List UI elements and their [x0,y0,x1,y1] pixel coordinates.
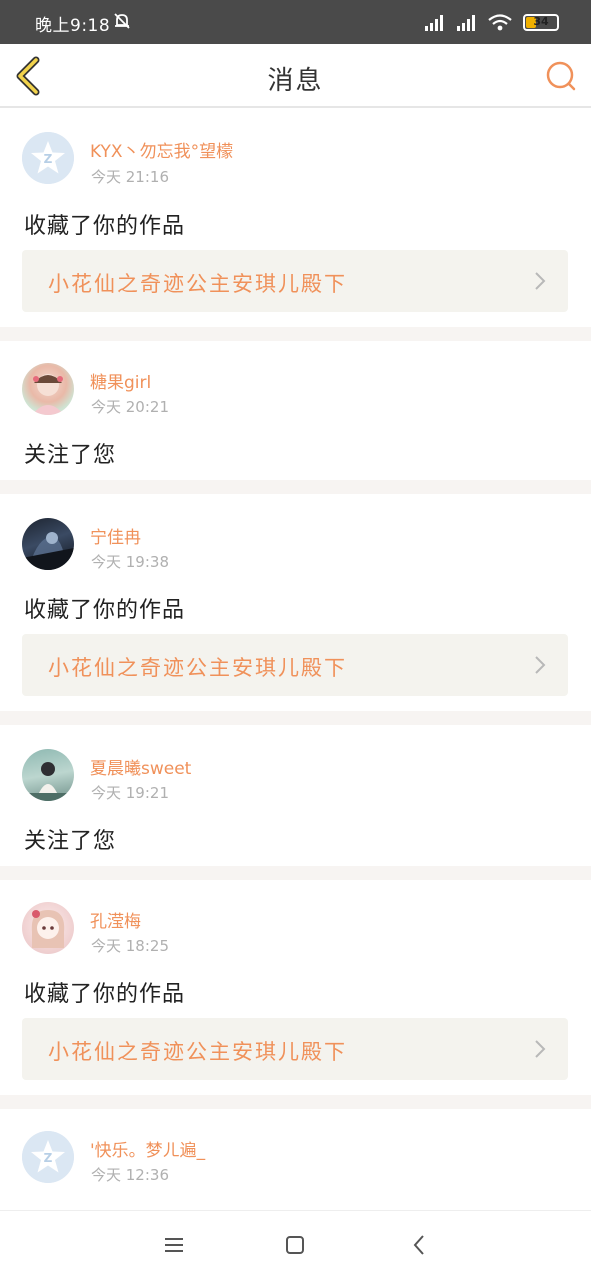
divider [0,711,591,725]
divider [0,1095,591,1109]
user-name[interactable]: 夏晨曦sweet [90,754,191,779]
bell-muted-icon [114,13,130,29]
chevron-right-icon [535,272,546,290]
nav-back-icon[interactable] [408,1233,432,1257]
message-time: 今天 21:16 [91,168,169,186]
work-title: 小花仙之奇迹公主安琪儿殿下 [48,1040,347,1064]
photo-avatar [22,532,74,570]
default-avatar-icon: Z [22,1131,74,1183]
svg-text:Z: Z [44,152,53,166]
divider [0,327,591,341]
avatar[interactable]: Z [22,132,74,184]
user-name[interactable]: '快乐。梦ㄦ遍_ [90,1136,205,1161]
message-time: 今天 19:38 [91,553,169,571]
avatar[interactable]: Z [22,1131,74,1183]
menu-icon[interactable] [162,1233,186,1257]
user-name[interactable]: 糖果girl [90,368,151,393]
photo-avatar [32,374,64,415]
message-time: 今天 20:21 [91,398,169,416]
work-title: 小花仙之奇迹公主安琪儿殿下 [48,272,347,296]
message-item[interactable]: 孔滢梅 今天 18:25 收藏了你的作品 小花仙之奇迹公主安琪儿殿下 [0,880,591,1095]
default-avatar-icon: Z [22,132,74,184]
signal-icon [425,15,443,31]
message-item[interactable]: Z KYX丶勿忘我°望檬 今天 21:16 收藏了你的作品 小花仙之奇迹公主安琪… [0,110,591,327]
message-item[interactable]: 糖果girl 今天 20:21 关注了您 [0,341,591,480]
chevron-right-icon [535,1040,546,1058]
battery-icon: 34 [523,14,559,31]
wifi-icon [488,14,512,31]
action-text: 收藏了你的作品 [24,982,186,1007]
work-link[interactable]: 小花仙之奇迹公主安琪儿殿下 [22,634,568,696]
divider [0,480,591,494]
message-time: 今天 12:36 [91,1166,169,1184]
avatar[interactable] [22,902,74,954]
chevron-right-icon [535,656,546,674]
status-bar: 晚上9:18 34 [0,0,591,44]
message-time: 今天 19:21 [91,784,169,802]
action-text: 收藏了你的作品 [24,214,186,239]
search-icon[interactable] [545,60,577,92]
user-name[interactable]: 宁佳冉 [90,523,141,548]
signal-icon [457,15,475,31]
action-text: 关注了您 [24,443,117,468]
action-text: 收藏了你的作品 [24,598,186,623]
message-feed: Z KYX丶勿忘我°望檬 今天 21:16 收藏了你的作品 小花仙之奇迹公主安琪… [0,110,591,1229]
system-nav-bar [0,1210,591,1281]
status-time: 晚上9:18 [35,16,111,36]
svg-text:Z: Z [44,1151,53,1165]
work-link[interactable]: 小花仙之奇迹公主安琪儿殿下 [22,1018,568,1080]
message-item[interactable]: 夏晨曦sweet 今天 19:21 关注了您 [0,725,591,866]
message-time: 今天 18:25 [91,937,169,955]
user-name[interactable]: 孔滢梅 [90,907,141,932]
battery-text: 34 [533,15,549,28]
photo-avatar [22,762,74,801]
action-text: 关注了您 [24,829,117,854]
divider [0,866,591,880]
avatar[interactable] [22,518,74,570]
user-name[interactable]: KYX丶勿忘我°望檬 [90,137,233,162]
page-title: 消息 [267,66,324,96]
photo-avatar [31,910,65,948]
work-link[interactable]: 小花仙之奇迹公主安琪儿殿下 [22,250,568,312]
avatar[interactable] [22,749,74,801]
message-item[interactable]: 宁佳冉 今天 19:38 收藏了你的作品 小花仙之奇迹公主安琪儿殿下 [0,494,591,711]
work-title: 小花仙之奇迹公主安琪儿殿下 [48,656,347,680]
avatar[interactable] [22,363,74,415]
home-square-icon[interactable] [283,1233,307,1257]
header-bar: 消息 [0,44,591,108]
